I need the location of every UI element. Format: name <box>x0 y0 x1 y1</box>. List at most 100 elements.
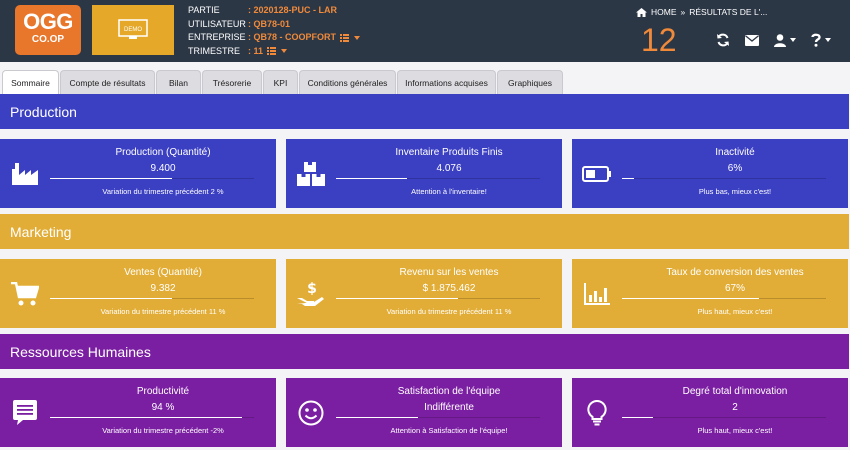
kpi-value: 9.382 <box>150 283 176 294</box>
tab-compte-de-resultats[interactable]: Compte de résultats <box>60 70 155 94</box>
section-title: Production <box>10 103 77 120</box>
kpi-title: Taux de conversion des ventes <box>666 267 804 278</box>
kpi-card-inactivity: Inactivité 6% Plus bas, mieux c'est! <box>572 139 848 208</box>
kpi-progress-fill <box>622 417 653 418</box>
kpi-note: Variation du trimestre précédent -2% <box>102 426 224 435</box>
kpi-progress-bar <box>622 417 826 418</box>
breadcrumb-separator: » <box>680 7 686 17</box>
section-title: Marketing <box>10 223 72 240</box>
section-hr-header: Ressources Humaines <box>0 334 849 369</box>
header-actions <box>716 33 846 47</box>
messages-button[interactable] <box>745 34 759 46</box>
kpi-progress-bar <box>50 178 254 179</box>
user-icon <box>774 33 786 47</box>
kpi-title: Production (Quantité) <box>115 147 211 158</box>
kpi-title: Degré total d'innovation <box>682 386 788 397</box>
info-value: : 2020128-PUC - LAR <box>248 5 338 15</box>
tab-tresorerie[interactable]: Trésorerie <box>202 70 262 94</box>
kpi-card-team-satisfaction: Satisfaction de l'équipe Indifférente At… <box>286 378 562 447</box>
section-title: Ressources Humaines <box>10 343 151 360</box>
boxes-icon <box>296 159 326 189</box>
kpi-note: Variation du trimestre précédent 2 % <box>102 187 224 196</box>
chevron-down-icon <box>825 38 831 42</box>
smile-icon <box>296 398 326 428</box>
kpi-value: Indifférente <box>424 402 474 413</box>
kpi-progress-fill <box>336 178 408 179</box>
logo-line2: CO.OP <box>31 34 65 45</box>
breadcrumb-current: RÉSULTATS DE L'... <box>689 7 768 17</box>
kpi-card-conversion-rate: Taux de conversion des ventes 67% Plus h… <box>572 259 848 328</box>
kpi-progress-bar <box>50 298 254 299</box>
quarter-selector[interactable]: : 11 <box>248 45 288 59</box>
kpi-title: Ventes (Quantité) <box>124 267 202 278</box>
kpi-progress-bar <box>336 417 540 418</box>
kpi-progress-bar <box>336 178 540 179</box>
kpi-card-innovation-degree: Degré total d'innovation 2 Plus haut, mi… <box>572 378 848 447</box>
kpi-progress-bar <box>50 417 254 418</box>
top-header: OGG CO.OP DEMO PARTIE : 2020128-PUC - LA… <box>0 0 850 62</box>
info-row-utilisateur: UTILISATEUR : QB78-01 <box>188 18 360 32</box>
info-key: ENTREPRISE <box>188 32 246 42</box>
help-menu[interactable] <box>811 33 831 47</box>
kpi-card-productivity: Productivité 94 % Variation du trimestre… <box>0 378 276 447</box>
section-marketing-header: Marketing <box>0 214 849 249</box>
refresh-icon <box>717 33 729 47</box>
kpi-value: 4.076 <box>436 163 462 174</box>
info-key: UTILISATEUR <box>188 18 246 29</box>
tab-sommaire[interactable]: Sommaire <box>2 70 59 94</box>
section-production-header: Production <box>0 94 849 129</box>
demo-label: DEMO <box>124 27 142 33</box>
lightbulb-icon <box>582 398 612 428</box>
kpi-note: Plus haut, mieux c'est! <box>697 307 773 316</box>
tab-informations-acquises[interactable]: Informations acquises <box>397 70 496 94</box>
comment-icon <box>10 398 40 428</box>
kpi-title: Revenu sur les ventes <box>399 267 499 278</box>
money-hand-icon: $ <box>296 279 326 309</box>
kpi-note: Plus haut, mieux c'est! <box>697 426 773 435</box>
logo-line1: OGG <box>23 9 73 34</box>
kpi-value: $ 1.875.462 <box>422 283 476 294</box>
info-row-trimestre[interactable]: TRIMESTRE : 11 <box>188 45 360 59</box>
question-icon <box>811 33 821 47</box>
kpi-progress-fill <box>50 417 242 418</box>
user-menu[interactable] <box>774 33 796 47</box>
chevron-down-icon <box>354 35 361 40</box>
factory-icon <box>10 159 40 189</box>
svg-text:$: $ <box>307 281 317 297</box>
kpi-progress-fill <box>50 178 173 179</box>
battery-icon <box>582 159 612 189</box>
kpi-card-sales-revenue: $ Revenu sur les ventes $ 1.875.462 Vari… <box>286 259 562 328</box>
tab-conditions-generales[interactable]: Conditions générales <box>299 70 396 94</box>
tab-kpi[interactable]: KPI <box>263 70 298 94</box>
kpi-progress-bar <box>336 298 540 299</box>
info-value: : QB78-01 <box>248 18 291 29</box>
home-icon <box>636 7 647 17</box>
list-icon <box>340 33 350 42</box>
breadcrumb-home[interactable]: HOME <box>651 7 677 17</box>
kpi-progress-fill <box>336 298 459 299</box>
kpi-progress-bar <box>622 298 826 299</box>
refresh-button[interactable] <box>716 33 730 47</box>
kpi-value: 2 <box>732 402 738 413</box>
bar-chart-icon <box>582 279 612 309</box>
chevron-down-icon <box>281 49 288 54</box>
cart-icon <box>10 279 40 309</box>
kpi-progress-fill <box>50 298 173 299</box>
kpi-note: Plus bas, mieux c'est! <box>698 187 772 196</box>
kpi-note: Attention à l'inventaire! <box>411 187 487 196</box>
kpi-card-finished-goods-inventory: Inventaire Produits Finis 4.076 Attentio… <box>286 139 562 208</box>
tab-graphiques[interactable]: Graphiques <box>497 70 563 94</box>
breadcrumb: HOME » RÉSULTATS DE L'... <box>636 7 767 17</box>
list-icon <box>267 47 277 56</box>
info-row-partie: PARTIE : 2020128-PUC - LAR <box>188 4 360 18</box>
kpi-title: Satisfaction de l'équipe <box>397 386 501 397</box>
info-row-entreprise[interactable]: ENTREPRISE : QB78 - COOPFORT <box>188 31 361 45</box>
kpi-progress-bar <box>622 178 826 179</box>
tab-bilan[interactable]: Bilan <box>156 70 201 94</box>
quarter-number: 12 <box>641 22 677 58</box>
logo[interactable]: OGG CO.OP <box>15 5 81 55</box>
kpi-progress-fill <box>622 298 759 299</box>
info-key: PARTIE <box>188 5 220 15</box>
enterprise-selector[interactable]: : QB78 - COOPFORT <box>248 31 361 45</box>
kpi-title: Inventaire Produits Finis <box>395 147 503 158</box>
